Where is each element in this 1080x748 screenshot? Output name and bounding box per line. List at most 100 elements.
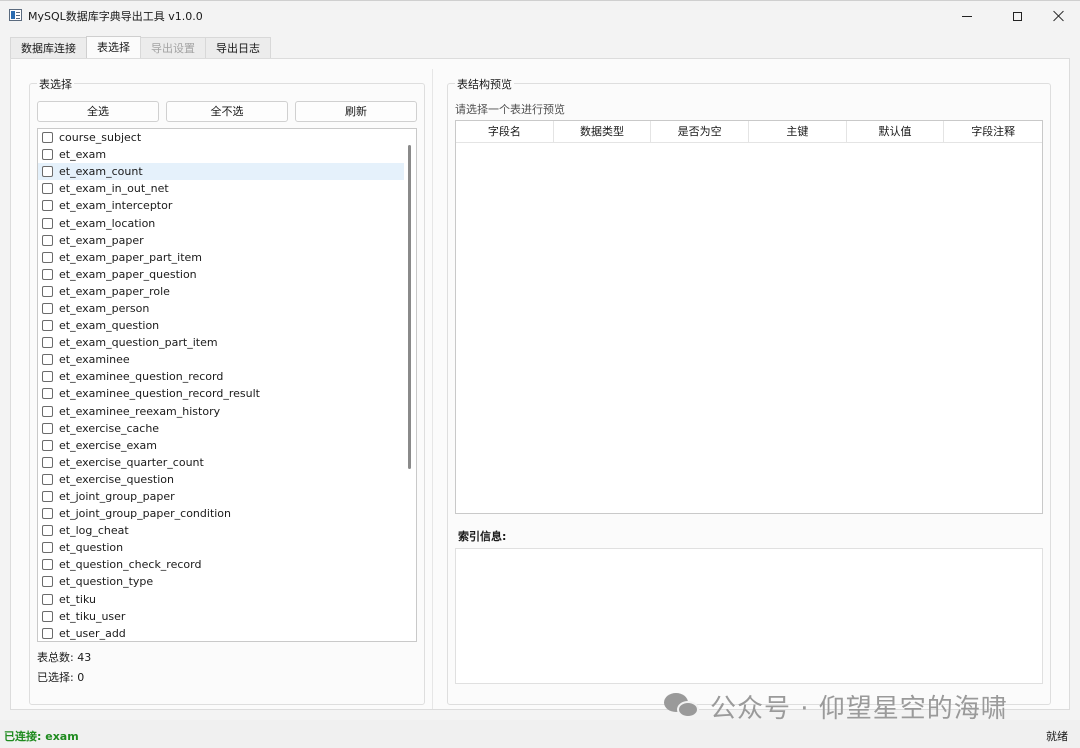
table-checkbox[interactable] xyxy=(42,388,53,400)
list-item[interactable]: et_examinee xyxy=(38,351,404,368)
table-checkbox[interactable] xyxy=(42,439,53,451)
table-list[interactable]: course_subject et_exam et_exam_count et_exa… xyxy=(37,128,417,642)
table-checkbox[interactable] xyxy=(42,302,53,314)
close-icon xyxy=(1053,10,1065,22)
list-item[interactable]: et_question_type xyxy=(38,573,404,590)
structure-table[interactable]: 字段名 数据类型 是否为空 主键 默认值 字段注释 xyxy=(455,120,1043,514)
list-item[interactable]: et_exam_location xyxy=(38,214,404,231)
structure-preview-group-title: 表结构预览 xyxy=(455,76,514,92)
close-button[interactable] xyxy=(1036,1,1080,31)
column-header[interactable]: 是否为空 xyxy=(651,121,750,142)
tab-table-select[interactable]: 表选择 xyxy=(86,36,141,59)
list-item[interactable]: et_exam_in_out_net xyxy=(38,180,404,197)
list-item[interactable]: et_exam xyxy=(38,146,404,163)
list-item[interactable]: et_exam_question_part_item xyxy=(38,334,404,351)
maximize-button[interactable] xyxy=(994,1,1040,31)
table-name: et_question xyxy=(59,541,124,555)
list-item[interactable]: et_tiku xyxy=(38,591,404,608)
table-checkbox[interactable] xyxy=(42,234,53,246)
list-item[interactable]: et_examinee_question_record_result xyxy=(38,385,404,402)
table-name: et_joint_group_paper xyxy=(59,490,175,504)
table-name: et_exam_question_part_item xyxy=(59,336,218,350)
column-header[interactable]: 默认值 xyxy=(847,121,945,142)
table-name: et_exam_interceptor xyxy=(59,199,173,213)
table-name: et_exam_paper_role xyxy=(59,284,170,298)
list-item[interactable]: et_exercise_exam xyxy=(38,437,404,454)
table-checkbox[interactable] xyxy=(42,200,53,212)
table-checkbox[interactable] xyxy=(42,525,53,537)
table-checkbox[interactable] xyxy=(42,285,53,297)
table-checkbox[interactable] xyxy=(42,627,53,639)
table-checkbox[interactable] xyxy=(42,217,53,229)
table-checkbox[interactable] xyxy=(42,337,53,349)
table-checkbox[interactable] xyxy=(42,149,53,161)
select-all-button[interactable]: 全选 xyxy=(37,101,159,122)
table-checkbox[interactable] xyxy=(42,473,53,485)
list-item[interactable]: et_exam_paper_role xyxy=(38,283,404,300)
table-checkbox[interactable] xyxy=(42,405,53,417)
table-checkbox[interactable] xyxy=(42,610,53,622)
table-checkbox[interactable] xyxy=(42,354,53,366)
preview-hint: 请选择一个表进行预览 xyxy=(455,103,565,116)
table-checkbox[interactable] xyxy=(42,320,53,332)
column-header[interactable]: 字段名 xyxy=(456,121,554,142)
list-item[interactable]: course_subject xyxy=(38,129,404,146)
tab-db-connection[interactable]: 数据库连接 xyxy=(10,37,87,59)
table-name: et_log_cheat xyxy=(59,524,129,538)
tab-export-log[interactable]: 导出日志 xyxy=(205,37,271,59)
panel-splitter[interactable] xyxy=(432,69,435,709)
list-item[interactable]: et_examinee_reexam_history xyxy=(38,403,404,420)
list-item[interactable]: et_log_cheat xyxy=(38,522,404,539)
table-name: et_joint_group_paper_condition xyxy=(59,507,232,521)
table-checkbox[interactable] xyxy=(42,183,53,195)
table-name: et_examinee_question_record xyxy=(59,370,224,384)
table-checkbox[interactable] xyxy=(42,542,53,554)
list-item[interactable]: et_user_add xyxy=(38,625,404,641)
scrollbar-thumb[interactable] xyxy=(408,145,411,469)
list-item[interactable]: et_exam_paper xyxy=(38,232,404,249)
app-icon xyxy=(9,9,22,21)
list-item[interactable]: et_joint_group_paper xyxy=(38,488,404,505)
table-selected-count: 已选择: 0 xyxy=(37,671,85,684)
list-item[interactable]: et_exercise_question xyxy=(38,471,404,488)
list-item[interactable]: et_question_check_record xyxy=(38,556,404,573)
table-checkbox[interactable] xyxy=(42,593,53,605)
table-checkbox[interactable] xyxy=(42,422,53,434)
table-checkbox[interactable] xyxy=(42,559,53,571)
column-header[interactable]: 数据类型 xyxy=(554,121,652,142)
table-checkbox[interactable] xyxy=(42,508,53,520)
table-checkbox[interactable] xyxy=(42,132,53,144)
table-checkbox[interactable] xyxy=(42,456,53,468)
list-item[interactable]: et_exam_interceptor xyxy=(38,197,404,214)
table-name: et_question_type xyxy=(59,575,154,589)
table-checkbox[interactable] xyxy=(42,576,53,588)
table-name: et_examinee_reexam_history xyxy=(59,404,221,418)
list-item[interactable]: et_exam_count xyxy=(38,163,404,181)
column-header[interactable]: 主键 xyxy=(749,121,847,142)
column-header[interactable]: 字段注释 xyxy=(944,121,1042,142)
table-checkbox[interactable] xyxy=(42,371,53,383)
table-name: et_exam_count xyxy=(59,165,143,179)
list-item[interactable]: et_tiku_user xyxy=(38,608,404,625)
list-item[interactable]: et_exam_paper_question xyxy=(38,266,404,283)
index-info-box[interactable] xyxy=(455,548,1043,684)
list-item[interactable]: et_question xyxy=(38,539,404,556)
select-none-button[interactable]: 全不选 xyxy=(166,101,288,122)
refresh-button[interactable]: 刷新 xyxy=(295,101,417,122)
structure-table-header: 字段名 数据类型 是否为空 主键 默认值 字段注释 xyxy=(456,121,1042,143)
wechat-icon xyxy=(664,691,700,721)
list-item[interactable]: et_exercise_cache xyxy=(38,420,404,437)
table-list-scrollbar[interactable] xyxy=(405,129,416,641)
status-bar: 已连接: exam 就绪 xyxy=(0,720,1080,748)
list-item[interactable]: et_examinee_question_record xyxy=(38,368,404,385)
table-checkbox[interactable] xyxy=(42,166,53,178)
list-item[interactable]: et_exam_person xyxy=(38,300,404,317)
list-item[interactable]: et_joint_group_paper_condition xyxy=(38,505,404,522)
minimize-button[interactable] xyxy=(944,1,990,31)
list-item[interactable]: et_exam_question xyxy=(38,317,404,334)
table-checkbox[interactable] xyxy=(42,491,53,503)
list-item[interactable]: et_exam_paper_part_item xyxy=(38,249,404,266)
list-item[interactable]: et_exercise_quarter_count xyxy=(38,454,404,471)
table-checkbox[interactable] xyxy=(42,251,53,263)
table-checkbox[interactable] xyxy=(42,268,53,280)
